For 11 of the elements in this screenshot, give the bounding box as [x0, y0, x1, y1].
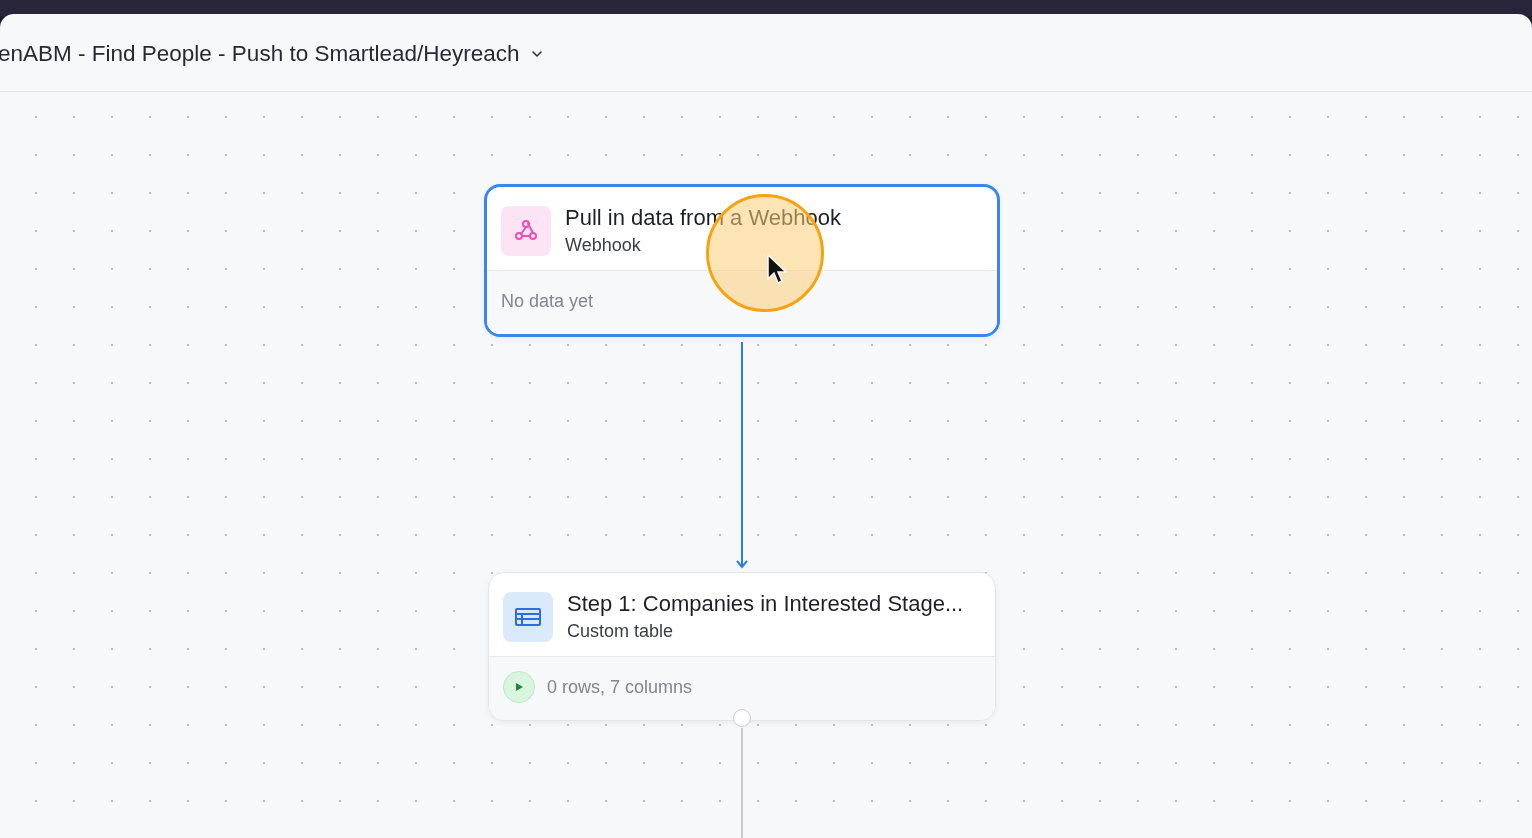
node-type: Webhook [565, 235, 642, 256]
play-icon [514, 682, 524, 692]
node-type: Custom table [567, 621, 675, 642]
webhook-icon [501, 205, 551, 256]
node-status: No data yet [501, 290, 594, 312]
node-title: Step 1: Companies in Interested Stage... [567, 591, 964, 617]
workflow-node[interactable]: Step 1: Companies in Interested Stage... Custom table 0 rows, 7 columns [488, 572, 996, 721]
cursor-icon [766, 253, 788, 285]
node-status: 0 rows, 7 columns [547, 676, 693, 698]
run-button[interactable] [503, 671, 535, 703]
table-icon [503, 591, 553, 642]
